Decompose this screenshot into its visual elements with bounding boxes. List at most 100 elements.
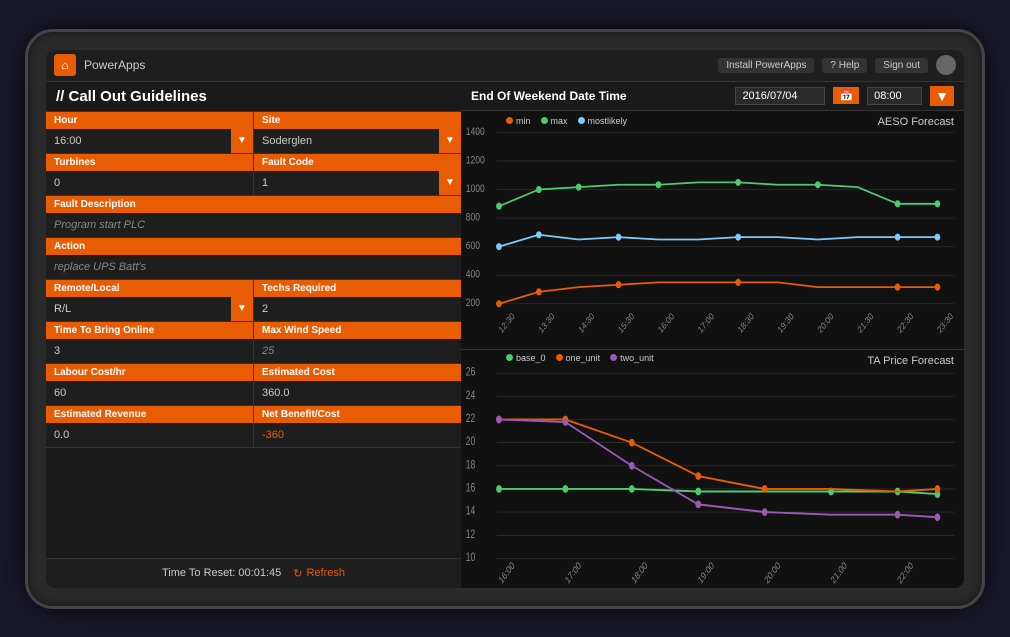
tbo-group: Time To Bring Online 3 (46, 322, 253, 363)
two-unit-dot (610, 354, 617, 361)
svg-text:20: 20 (466, 436, 476, 449)
fault-desc-group: Fault Description Program start PLC (46, 196, 461, 237)
labour-value[interactable]: 60 (46, 381, 253, 405)
action-row: Action replace UPS Batt's (46, 238, 461, 280)
site-value[interactable]: Soderglen (254, 129, 439, 153)
svg-text:16: 16 (466, 482, 476, 495)
svg-text:800: 800 (466, 211, 480, 223)
legend-base: base_0 (506, 353, 546, 363)
aeso-chart-svg: 1400 1200 1000 800 600 400 200 (461, 111, 964, 349)
user-avatar (936, 55, 956, 75)
svg-text:1000: 1000 (466, 183, 485, 195)
top-bar-right: Install PowerApps ? Help Sign out (718, 55, 956, 75)
right-panel: End Of Weekend Date Time 📅 ▼ min (461, 82, 964, 588)
action-value[interactable]: replace UPS Batt's (46, 255, 461, 279)
aeso-chart: min max mostlikely AESO Forecast (461, 111, 964, 350)
time-input[interactable] (867, 87, 922, 105)
svg-text:23:30: 23:30 (935, 310, 955, 335)
signout-button[interactable]: Sign out (875, 58, 928, 73)
page-title: // Call Out Guidelines (46, 82, 461, 112)
install-button[interactable]: Install PowerApps (718, 58, 814, 73)
remote-label: Remote/Local (46, 280, 253, 297)
home-icon[interactable]: ⌂ (54, 54, 76, 76)
mws-label: Max Wind Speed (254, 322, 461, 339)
est-rev-value[interactable]: 0.0 (46, 423, 253, 447)
time-expand-button[interactable]: ▼ (930, 86, 954, 106)
chart-header: End Of Weekend Date Time 📅 ▼ (461, 82, 964, 111)
fault-desc-row: Fault Description Program start PLC (46, 196, 461, 238)
tbo-label: Time To Bring Online (46, 322, 253, 339)
calendar-button[interactable]: 📅 (833, 87, 859, 104)
legend-two-unit: two_unit (610, 353, 654, 363)
tbo-value[interactable]: 3 (46, 339, 253, 363)
techs-group: Techs Required 2 (254, 280, 461, 321)
refresh-button[interactable]: ↻ Refresh (293, 567, 345, 580)
action-label: Action (46, 238, 461, 255)
svg-text:22: 22 (466, 412, 476, 425)
svg-text:18:30: 18:30 (736, 310, 756, 335)
hour-group: Hour 16:00 ▼ (46, 112, 253, 153)
svg-text:18: 18 (466, 459, 476, 472)
ta-chart-svg: 26 24 22 20 18 16 14 12 10 (461, 350, 964, 588)
screen: ⌂ PowerApps Install PowerApps ? Help Sig… (46, 50, 964, 588)
site-label: Site (254, 112, 461, 129)
top-bar-left: ⌂ PowerApps (54, 54, 145, 76)
svg-text:12:30: 12:30 (497, 310, 517, 335)
fault-code-value[interactable]: 1 (254, 171, 439, 195)
aeso-legend: min max mostlikely (506, 116, 627, 126)
legend-min: min (506, 116, 531, 126)
site-dropdown[interactable]: ▼ (439, 129, 461, 153)
fault-desc-value[interactable]: Program start PLC (46, 213, 461, 237)
labour-label: Labour Cost/hr (46, 364, 253, 381)
timer-label: Time To Reset: 00:01:45 (162, 567, 281, 579)
est-cost-value[interactable]: 360.0 (254, 381, 461, 405)
ta-label: TA Price Forecast (867, 355, 954, 367)
svg-text:16:00: 16:00 (497, 559, 516, 585)
remote-input-row: R/L ▼ (46, 297, 253, 321)
left-panel: // Call Out Guidelines Hour 16:00 ▼ (46, 82, 461, 588)
datetime-label: End Of Weekend Date Time (471, 89, 627, 103)
svg-text:17:00: 17:00 (563, 559, 582, 585)
top-bar: ⌂ PowerApps Install PowerApps ? Help Sig… (46, 50, 964, 82)
form-section: Hour 16:00 ▼ Site Soderglen ▼ (46, 112, 461, 558)
site-group: Site Soderglen ▼ (254, 112, 461, 153)
svg-text:21:00: 21:00 (829, 559, 848, 585)
est-cost-label: Estimated Cost (254, 364, 461, 381)
fault-code-input-row: 1 ▼ (254, 171, 461, 195)
mostlikely-dot (578, 117, 585, 124)
legend-max: max (541, 116, 568, 126)
est-cost-group: Estimated Cost 360.0 (254, 364, 461, 405)
remote-value[interactable]: R/L (46, 297, 231, 321)
techs-value[interactable]: 2 (254, 297, 461, 321)
est-rev-group: Estimated Revenue 0.0 (46, 406, 253, 447)
remote-dropdown[interactable]: ▼ (231, 297, 253, 321)
legend-one-unit: one_unit (556, 353, 601, 363)
legend-mostlikely: mostlikely (578, 116, 628, 126)
one-unit-dot (556, 354, 563, 361)
fault-code-dropdown[interactable]: ▼ (439, 171, 461, 195)
net-group: Net Benefit/Cost -360 (254, 406, 461, 447)
hour-value[interactable]: 16:00 (46, 129, 231, 153)
turbines-fault-row: Turbines 0 Fault Code 1 ▼ (46, 154, 461, 196)
turbines-value[interactable]: 0 (46, 171, 253, 195)
svg-text:1400: 1400 (466, 125, 485, 137)
svg-text:20:00: 20:00 (816, 310, 836, 335)
date-input[interactable] (735, 87, 825, 105)
fault-code-group: Fault Code 1 ▼ (254, 154, 461, 195)
svg-text:20:00: 20:00 (763, 559, 782, 585)
svg-text:12: 12 (466, 528, 476, 541)
svg-text:24: 24 (466, 389, 476, 402)
help-button[interactable]: ? Help (822, 58, 867, 73)
hour-dropdown[interactable]: ▼ (231, 129, 253, 153)
svg-text:15:30: 15:30 (616, 310, 636, 335)
net-value[interactable]: -360 (254, 423, 461, 447)
fault-desc-label: Fault Description (46, 196, 461, 213)
svg-text:19:00: 19:00 (696, 559, 715, 585)
est-rev-label: Estimated Revenue (46, 406, 253, 423)
aeso-label: AESO Forecast (878, 116, 954, 128)
chart-container: min max mostlikely AESO Forecast (461, 111, 964, 588)
mws-value[interactable]: 25 (254, 339, 461, 363)
svg-text:600: 600 (466, 240, 480, 252)
ta-chart: base_0 one_unit two_unit TA Price (461, 350, 964, 588)
svg-text:21:30: 21:30 (855, 310, 875, 335)
